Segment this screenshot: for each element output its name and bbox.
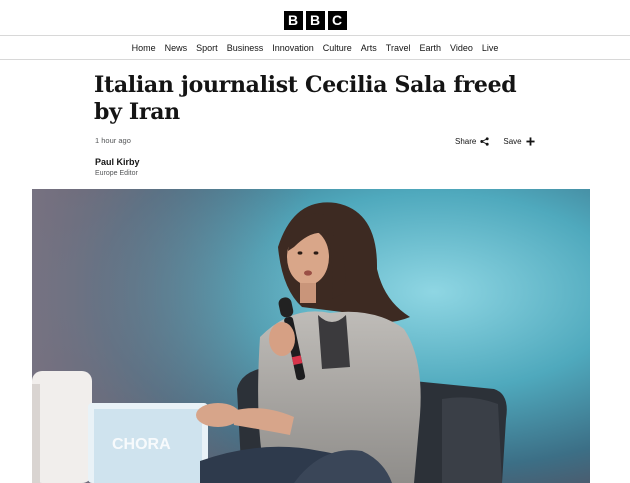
nav-item-news[interactable]: News: [165, 43, 188, 53]
nav-item-sport[interactable]: Sport: [196, 43, 218, 53]
logo-letter-b1: B: [283, 11, 303, 30]
author-role: Europe Editor: [95, 170, 138, 177]
nav-item-video[interactable]: Video: [450, 43, 473, 53]
plus-icon: [526, 137, 535, 146]
save-button[interactable]: Save: [503, 137, 535, 146]
logo-letter-c: C: [327, 11, 347, 30]
main-navigation: Home News Sport Business Innovation Cult…: [0, 35, 630, 60]
bbc-logo[interactable]: B B C: [283, 11, 347, 30]
nav-item-live[interactable]: Live: [482, 43, 499, 53]
share-icon: [480, 137, 489, 146]
share-label: Share: [455, 137, 477, 146]
article-headline: Italian journalist Cecilia Sala freed by…: [94, 72, 517, 125]
nav-item-earth[interactable]: Earth: [419, 43, 441, 53]
nav-item-innovation[interactable]: Innovation: [272, 43, 314, 53]
nav-item-travel[interactable]: Travel: [386, 43, 411, 53]
hero-photo-illustration: CHORA: [32, 189, 590, 483]
nav-item-arts[interactable]: Arts: [361, 43, 377, 53]
hero-image: CHORA: [32, 189, 590, 483]
masthead: B B C: [0, 0, 630, 35]
article-actions: Share Save: [455, 137, 535, 146]
nav-item-business[interactable]: Business: [227, 43, 264, 53]
screen-text: CHORA: [112, 436, 171, 453]
nav-item-culture[interactable]: Culture: [323, 43, 352, 53]
logo-letter-b2: B: [305, 11, 325, 30]
save-label: Save: [503, 137, 522, 146]
share-button[interactable]: Share: [455, 137, 489, 146]
nav-item-home[interactable]: Home: [132, 43, 156, 53]
article-timestamp: 1 hour ago: [95, 136, 131, 145]
author-name[interactable]: Paul Kirby: [95, 157, 140, 167]
